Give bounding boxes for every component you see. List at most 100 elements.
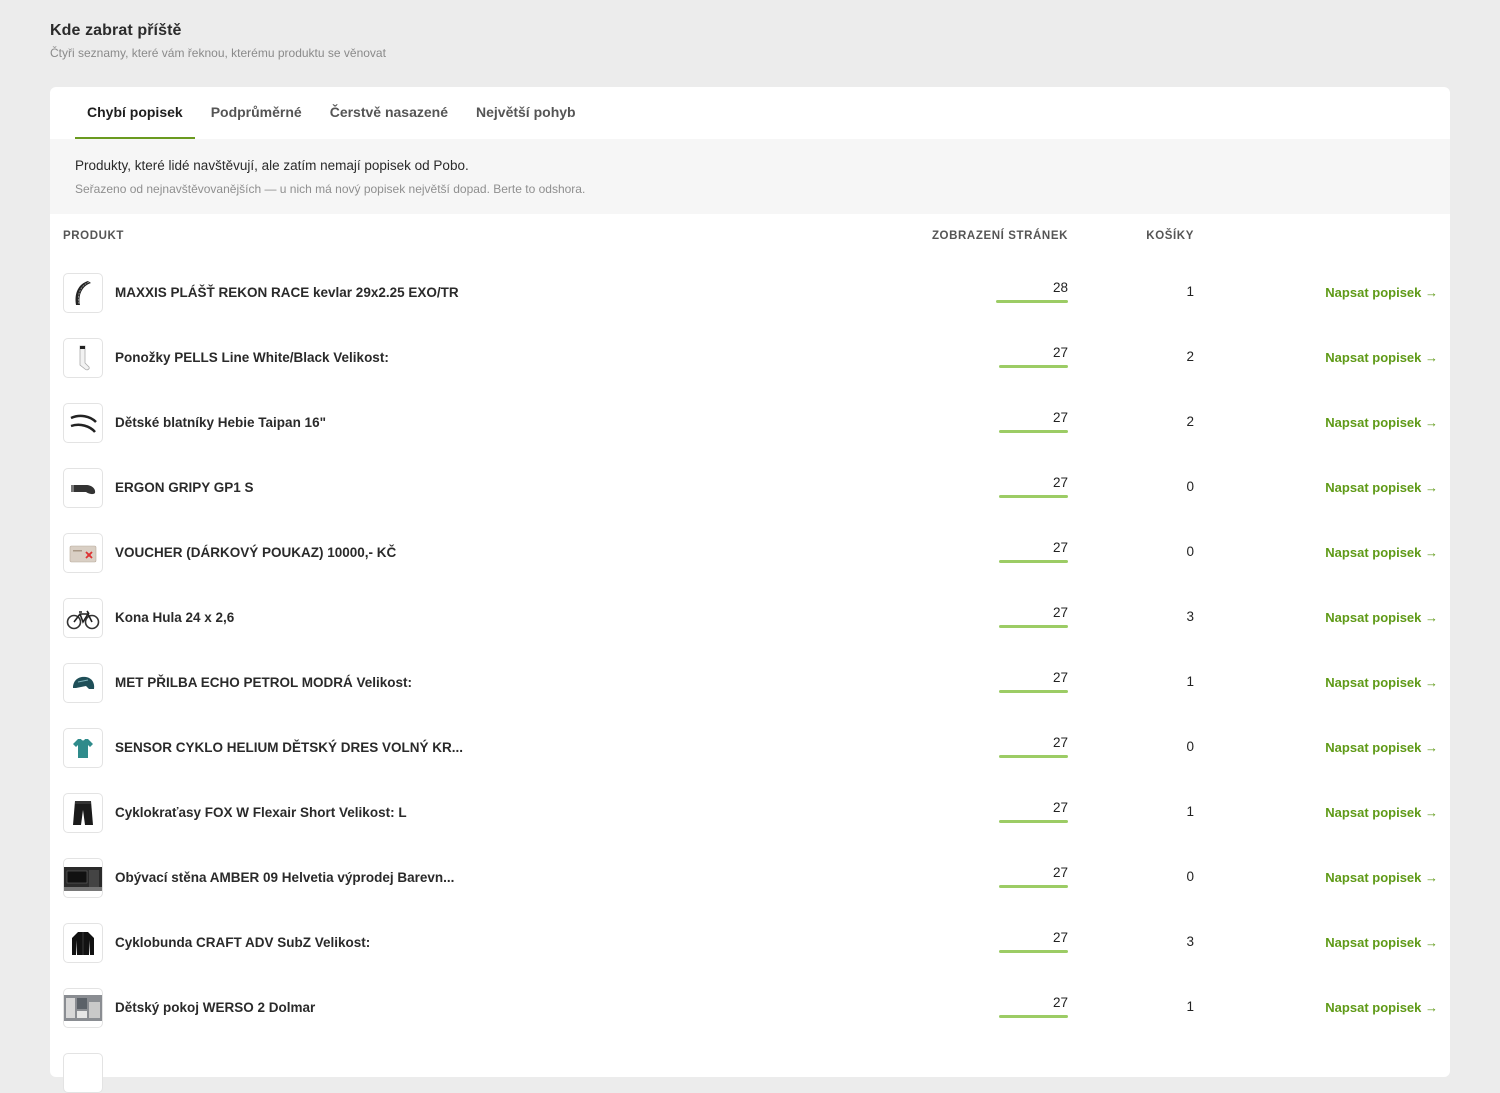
product-thumbnail[interactable] [63, 728, 103, 768]
product-thumbnail[interactable] [63, 598, 103, 638]
carts-value: 3 [1186, 609, 1194, 624]
product-name[interactable]: MAXXIS PLÁŠŤ REKON RACE kevlar 29x2.25 E… [115, 285, 459, 300]
table-header: PRODUKT ZOBRAZENÍ STRÁNEK KOŠÍKY [50, 214, 1450, 260]
tab-below-average[interactable]: Podprůměrné [199, 87, 314, 139]
page-views-bar [996, 300, 1068, 303]
table-row: Cyklokraťasy FOX W Flexair Short Velikos… [50, 780, 1450, 845]
helmet-icon [68, 668, 98, 698]
table-row: MET PŘILBA ECHO PETROL MODRÁ Velikost: 27… [50, 650, 1450, 715]
write-description-link[interactable]: Napsat popisek → [1325, 415, 1438, 430]
product-name[interactable]: Dětský pokoj WERSO 2 Dolmar [115, 1000, 315, 1015]
product-name[interactable]: Kona Hula 24 x 2,6 [115, 610, 234, 625]
page-views-value: 27 [1052, 930, 1068, 945]
carts-value: 0 [1186, 739, 1194, 754]
table-row [50, 1040, 1450, 1093]
info-main-text: Produkty, které lidé navštěvují, ale zat… [75, 158, 469, 173]
page-header: Kde zabrat příště Čtyři seznamy, které v… [50, 22, 386, 60]
tv-wall-icon [64, 863, 102, 893]
product-thumbnail[interactable] [63, 858, 103, 898]
page-views-value: 27 [1052, 670, 1068, 685]
tab-freshly-deployed[interactable]: Čerstvě nasazené [318, 87, 460, 139]
tab-bar: Chybí popisek Podprůměrné Čerstvě nasaze… [50, 87, 1450, 139]
product-thumbnail[interactable] [63, 468, 103, 508]
write-description-link[interactable]: Napsat popisek → [1325, 610, 1438, 625]
product-name[interactable]: MET PŘILBA ECHO PETROL MODRÁ Velikost: [115, 675, 412, 690]
product-name[interactable]: SENSOR CYKLO HELIUM DĚTSKÝ DRES VOLNÝ KR… [115, 740, 463, 755]
write-description-link[interactable]: Napsat popisek → [1325, 285, 1438, 300]
page-views-bar [999, 885, 1068, 888]
table-row: Kona Hula 24 x 2,6 27 3 Napsat popisek → [50, 585, 1450, 650]
carts-value: 0 [1186, 544, 1194, 559]
page-views-bar [999, 820, 1068, 823]
product-thumbnail[interactable] [63, 1053, 103, 1093]
write-description-link[interactable]: Napsat popisek → [1325, 870, 1438, 885]
page-subtitle: Čtyři seznamy, které vám řeknou, kterému… [50, 46, 386, 60]
jacket-icon [68, 928, 98, 958]
product-name[interactable]: Cyklobunda CRAFT ADV SubZ Velikost: [115, 935, 370, 950]
carts-value: 3 [1186, 934, 1194, 949]
page-views-bar [999, 1015, 1068, 1018]
voucher-icon [68, 538, 98, 568]
page-title: Kde zabrat příště [50, 22, 182, 39]
product-name[interactable]: Ponožky PELLS Line White/Black Velikost: [115, 350, 389, 365]
column-header-carts: KOŠÍKY [1146, 230, 1194, 242]
write-description-link[interactable]: Napsat popisek → [1325, 740, 1438, 755]
product-thumbnail[interactable] [63, 273, 103, 313]
page-views-value: 27 [1052, 540, 1068, 555]
product-name[interactable]: Cyklokraťasy FOX W Flexair Short Velikos… [115, 805, 407, 820]
write-description-link[interactable]: Napsat popisek → [1325, 675, 1438, 690]
write-description-link[interactable]: Napsat popisek → [1325, 805, 1438, 820]
column-header-product: PRODUKT [63, 230, 125, 242]
product-name[interactable]: Obývací stěna AMBER 09 Helvetia výprodej… [115, 870, 454, 885]
table-row: Obývací stěna AMBER 09 Helvetia výprodej… [50, 845, 1450, 910]
tab-biggest-movement[interactable]: Největší pohyb [464, 87, 588, 139]
page-views-bar [999, 560, 1068, 563]
table-row: VOUCHER (DÁRKOVÝ POUKAZ) 10000,- KČ 27 0 Na… [50, 520, 1450, 585]
product-thumbnail[interactable] [63, 988, 103, 1028]
grip-icon [68, 473, 98, 503]
product-thumbnail[interactable] [63, 663, 103, 703]
room-icon [64, 993, 102, 1023]
table-row: Dětský pokoj WERSO 2 Dolmar 27 1 Napsat pop… [50, 975, 1450, 1040]
recommendations-card: Chybí popisek Podprůměrné Čerstvě nasaze… [50, 87, 1450, 1093]
page-views-bar [999, 690, 1068, 693]
page-views-value: 27 [1052, 345, 1068, 360]
product-name[interactable]: ERGON GRIPY GP1 S [115, 480, 254, 495]
write-description-link[interactable]: Napsat popisek → [1325, 935, 1438, 950]
write-description-link[interactable]: Napsat popisek → [1325, 1000, 1438, 1015]
page-views-bar [999, 950, 1068, 953]
write-description-link[interactable]: Napsat popisek → [1325, 545, 1438, 560]
product-name[interactable]: Dětské blatníky Hebie Taipan 16" [115, 415, 326, 430]
table-row: MAXXIS PLÁŠŤ REKON RACE kevlar 29x2.25 E… [50, 260, 1450, 325]
carts-value: 1 [1186, 999, 1194, 1014]
page-views-value: 27 [1052, 865, 1068, 880]
page-views-value: 27 [1052, 735, 1068, 750]
page-views-bar [999, 625, 1068, 628]
product-name[interactable]: VOUCHER (DÁRKOVÝ POUKAZ) 10000,- KČ [115, 545, 396, 560]
product-thumbnail[interactable] [63, 338, 103, 378]
carts-value: 1 [1186, 674, 1194, 689]
carts-value: 2 [1186, 349, 1194, 364]
table-row: Ponožky PELLS Line White/Black Velikost:… [50, 325, 1450, 390]
fender-icon [68, 408, 98, 438]
table-row: Cyklobunda CRAFT ADV SubZ Velikost: 27 3 Na… [50, 910, 1450, 975]
write-description-link[interactable]: Napsat popisek → [1325, 480, 1438, 495]
write-description-link[interactable]: Napsat popisek → [1325, 350, 1438, 365]
product-thumbnail[interactable] [63, 533, 103, 573]
page-views-bar [999, 495, 1068, 498]
page-views-value: 27 [1052, 475, 1068, 490]
product-thumbnail[interactable] [63, 923, 103, 963]
product-thumbnail[interactable] [63, 403, 103, 443]
carts-value: 1 [1186, 804, 1194, 819]
product-thumbnail[interactable] [63, 793, 103, 833]
page-views-bar [999, 430, 1068, 433]
shorts-icon [68, 798, 98, 828]
page-views-value: 27 [1052, 410, 1068, 425]
table-row: Dětské blatníky Hebie Taipan 16" 27 2 Napsa… [50, 390, 1450, 455]
page-views-value: 27 [1052, 995, 1068, 1010]
tab-missing-description[interactable]: Chybí popisek [75, 87, 195, 139]
info-sub-text: Seřazeno od nejnavštěvovanějších — u nic… [75, 182, 586, 196]
table-row: SENSOR CYKLO HELIUM DĚTSKÝ DRES VOLNÝ KR… [50, 715, 1450, 780]
page-views-value: 28 [1052, 280, 1068, 295]
carts-value: 2 [1186, 414, 1194, 429]
